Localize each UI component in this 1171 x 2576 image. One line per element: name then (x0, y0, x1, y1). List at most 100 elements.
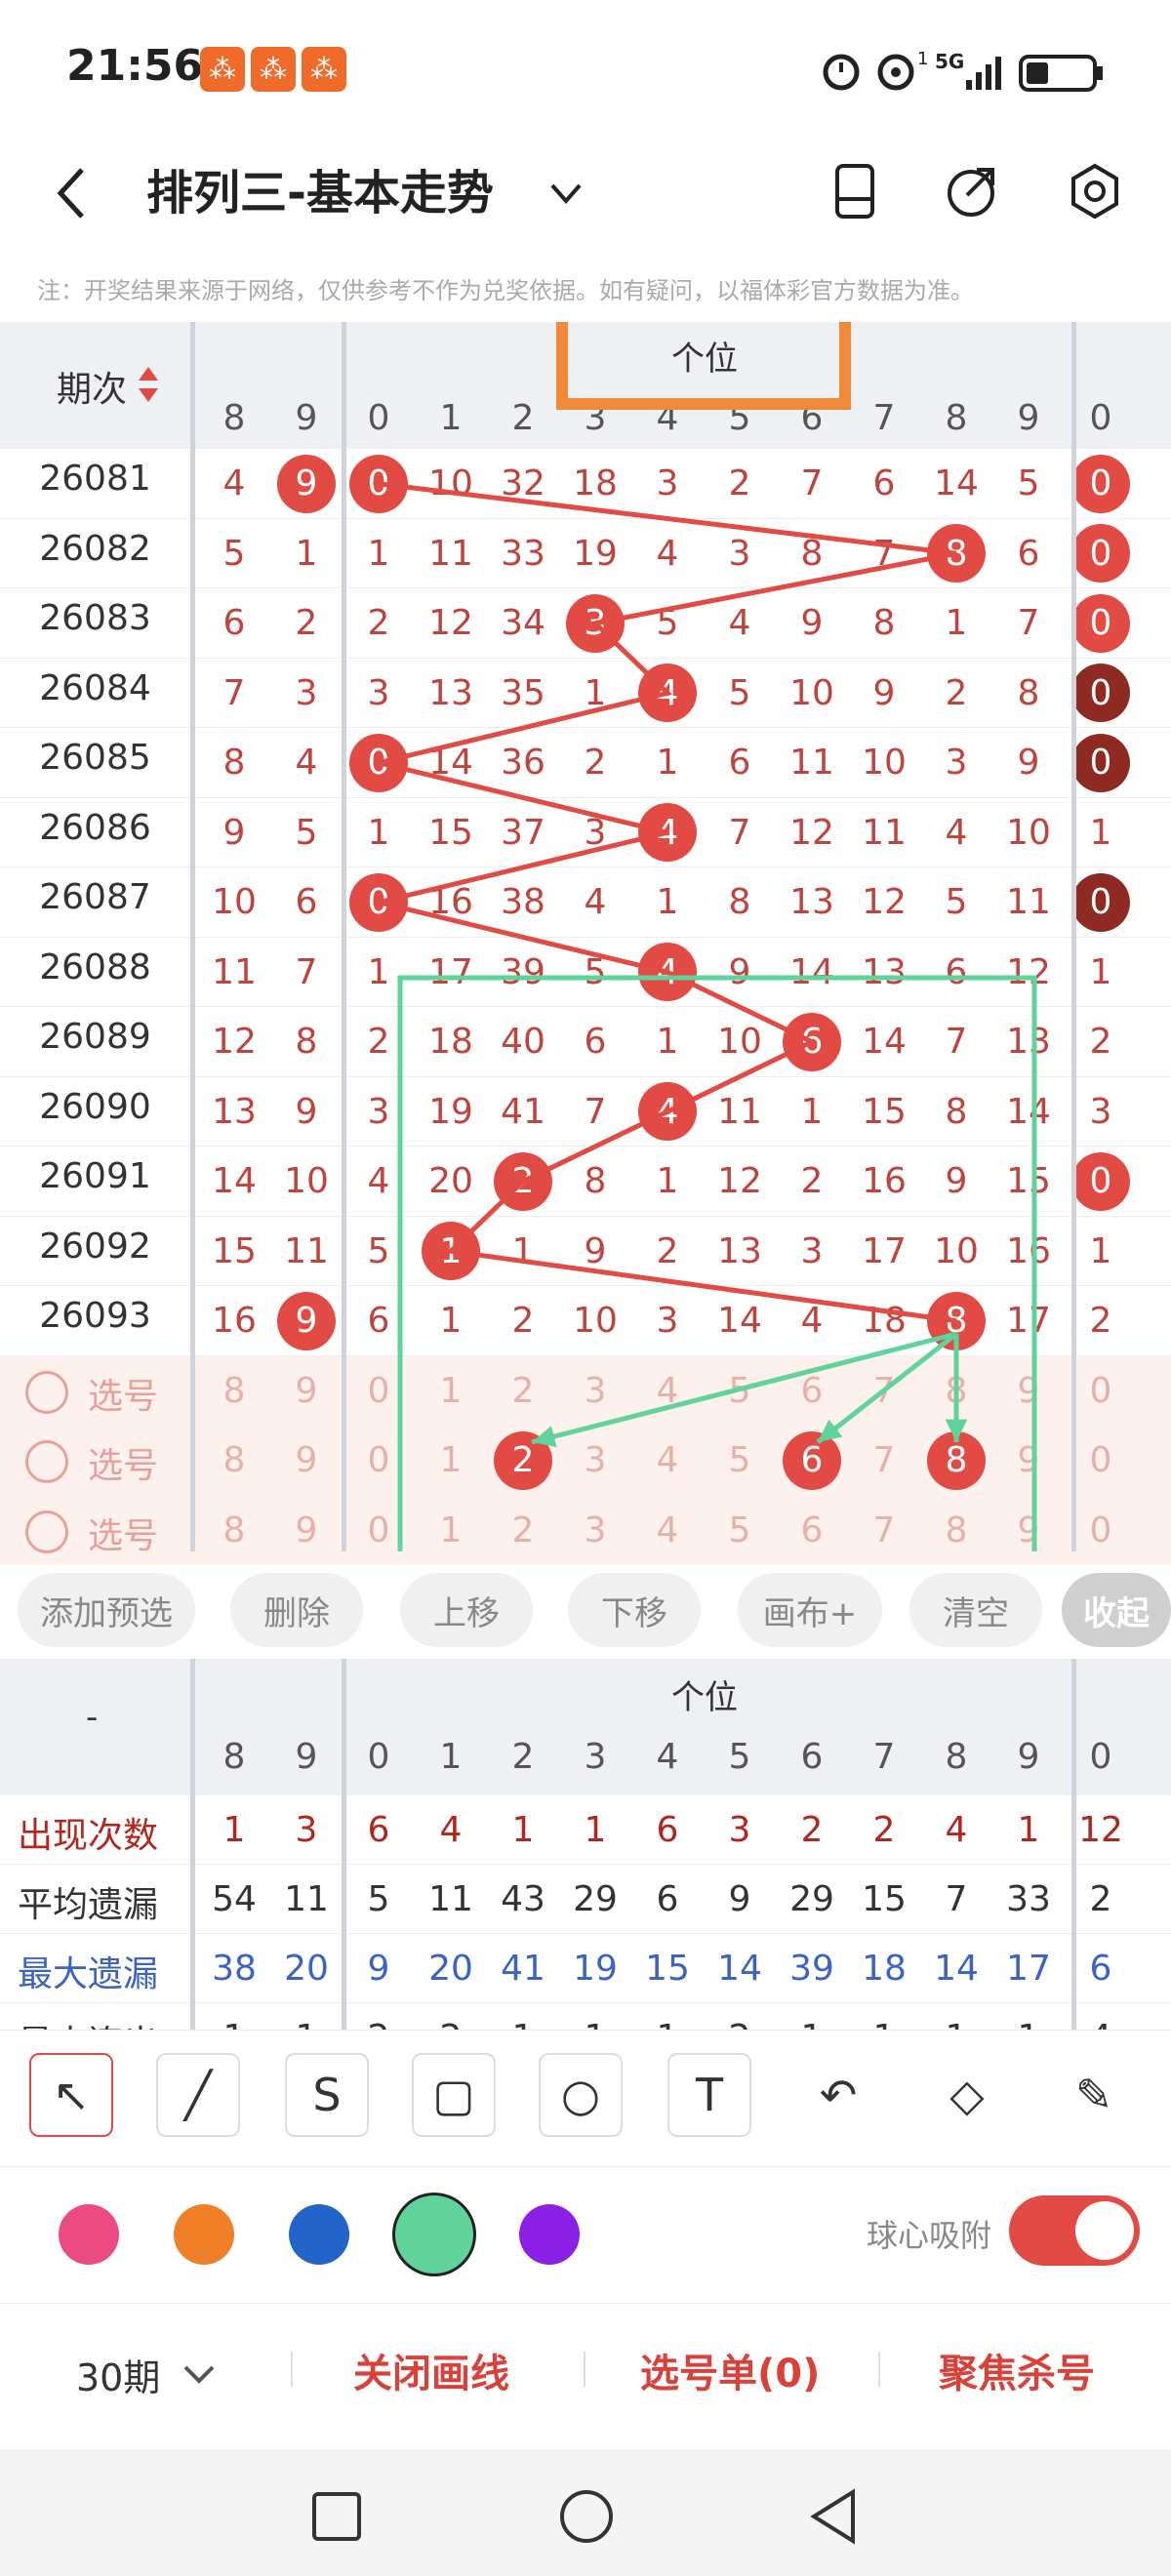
divider (291, 2352, 293, 2387)
action-button[interactable]: 收起 (1062, 1573, 1171, 1647)
phone-layout-icon[interactable] (831, 160, 886, 222)
stats-column-label: 1 (439, 1736, 463, 1777)
action-button[interactable]: 上移 (400, 1573, 533, 1647)
app-notification-icon: ⁂ (251, 47, 296, 92)
brush-clear-icon[interactable]: ✎ (1052, 2053, 1136, 2137)
column-divider (1071, 322, 1076, 1551)
stats-column-label: 2 (511, 1736, 535, 1777)
column-divider (342, 1659, 346, 2030)
alarm-icon (823, 54, 860, 91)
curve-tool-icon[interactable]: S (285, 2053, 369, 2137)
home-icon[interactable] (558, 2488, 615, 2545)
top-app-bar: 排列三-基本走势 (0, 137, 1171, 254)
stats-value: 29 (573, 1879, 618, 1919)
stats-value: 11 (428, 1879, 473, 1919)
action-button[interactable]: 添加预选 (18, 1573, 195, 1647)
stats-value: 19 (573, 1949, 618, 1989)
arrow-head (532, 1426, 557, 1448)
green-highlight-box[interactable] (397, 975, 1037, 1551)
network-type: 5G (935, 50, 964, 73)
sim-index: 1 (917, 49, 928, 69)
green-arrow[interactable] (531, 1331, 957, 1445)
stats-value: 1 (848, 2003, 920, 2030)
action-button[interactable]: 清空 (909, 1573, 1042, 1647)
stats-row: 最大连出1122111211114 (0, 2003, 1171, 2030)
stats-value: 15 (645, 1949, 690, 1989)
stats-value: 1 (559, 2003, 631, 2030)
stats-value: 9 (367, 1949, 390, 1989)
rectangle-tool-icon[interactable]: ▢ (412, 2053, 496, 2137)
stats-value: 1 (1017, 1810, 1040, 1850)
page-title[interactable]: 排列三-基本走势 (146, 154, 494, 222)
stats-corner: - (86, 1698, 99, 1737)
stats-value: 1 (631, 2003, 704, 2030)
stats-group-header: 个位 (671, 1678, 738, 1717)
stats-value: 1 (511, 1810, 535, 1850)
column-divider (342, 322, 346, 1551)
stats-row: 最大遗漏 38 20 9 20 41 19 15 14 39 18 14 17 6 (0, 1934, 1171, 2003)
signal-icon (966, 57, 1001, 90)
status-bar: 21:56 ⁂ ⁂ ⁂ 1 5G (0, 0, 1171, 137)
line-tool-icon[interactable]: ╱ (156, 2053, 240, 2137)
action-button[interactable]: 画布+ (738, 1573, 882, 1647)
color-swatch[interactable] (59, 2204, 119, 2265)
stats-value: 2 (872, 1810, 896, 1850)
stats-value: 1 (776, 2003, 848, 2030)
column-divider (190, 1659, 195, 2030)
stats-column-label: 5 (728, 1736, 751, 1777)
eraser-icon[interactable]: ◇ (925, 2053, 1009, 2137)
status-icons: 1 5G (823, 49, 1103, 92)
trend-overlay (378, 322, 1037, 1551)
circle-tool-icon[interactable]: ○ (539, 2053, 623, 2137)
stats-value: 2 (415, 2003, 487, 2030)
stats-row-label: 最大遗漏 (18, 1954, 159, 1994)
stats-value: 15 (862, 1879, 907, 1919)
trend-table: 期次 个位 8901234567890 26081 4 9 0 10 32 18 3 2 7 6 14… (0, 322, 1171, 1565)
text-tool-icon[interactable]: T (667, 2053, 751, 2137)
stats-row: 平均遗漏 54 11 5 11 43 29 6 9 29 15 7 33 2 (0, 1865, 1171, 1934)
action-button[interactable]: 删除 (230, 1573, 363, 1647)
stats-value: 14 (934, 1949, 979, 1989)
back-arrow-icon[interactable] (51, 164, 90, 222)
share-icon[interactable] (942, 160, 1004, 222)
stats-column-label: 7 (872, 1736, 896, 1777)
arrow-head (945, 1419, 968, 1442)
color-swatch[interactable] (392, 2193, 476, 2276)
stats-column-label: 6 (800, 1736, 824, 1777)
app-notification-icon: ⁂ (302, 47, 346, 92)
stats-row: 出现次数 1 3 6 4 1 1 6 3 2 2 4 1 12 (0, 1795, 1171, 1865)
orange-highlight-box[interactable] (556, 322, 851, 410)
focus-kill-button[interactable]: 聚焦杀号 (939, 2342, 1095, 2398)
arrow-tool-icon[interactable]: ↖ (29, 2053, 113, 2137)
stats-row-label: 最大连出 (18, 2015, 158, 2030)
pick-list-button[interactable]: 选号单(0) (640, 2342, 820, 2398)
color-swatch[interactable] (519, 2204, 580, 2265)
battery-icon (1019, 55, 1103, 92)
stats-value: 1 (487, 2003, 559, 2030)
stats-value: 6 (656, 1810, 679, 1850)
chevron-down-icon[interactable] (546, 174, 586, 213)
action-button[interactable]: 下移 (568, 1573, 701, 1647)
stats-value: 43 (501, 1879, 545, 1919)
stats-column-label: 9 (295, 1736, 318, 1777)
stats-value: 39 (789, 1949, 834, 1989)
column-divider (1071, 1659, 1076, 2030)
undo-icon[interactable]: ↶ (796, 2053, 880, 2137)
settings-icon[interactable] (1064, 160, 1126, 222)
color-swatch[interactable] (174, 2204, 234, 2265)
chevron-down-icon[interactable] (182, 2359, 217, 2389)
stats-value: 20 (428, 1949, 473, 1989)
stats-value: 6 (656, 1879, 679, 1919)
back-icon[interactable] (808, 2488, 861, 2545)
recent-apps-icon[interactable] (310, 2490, 363, 2543)
period-count-select[interactable]: 30期 (76, 2348, 160, 2401)
stats-value: 6 (367, 1810, 390, 1850)
stats-value: 38 (212, 1949, 257, 1989)
close-lines-button[interactable]: 关闭画线 (353, 2342, 509, 2398)
snap-toggle[interactable] (1009, 2195, 1140, 2266)
stats-value: 3 (295, 1810, 318, 1850)
color-swatch[interactable] (289, 2204, 349, 2265)
stats-value: 7 (945, 1879, 968, 1919)
stats-value: 1 (920, 2003, 992, 2030)
stats-row-label: 平均遗漏 (18, 1885, 159, 1925)
